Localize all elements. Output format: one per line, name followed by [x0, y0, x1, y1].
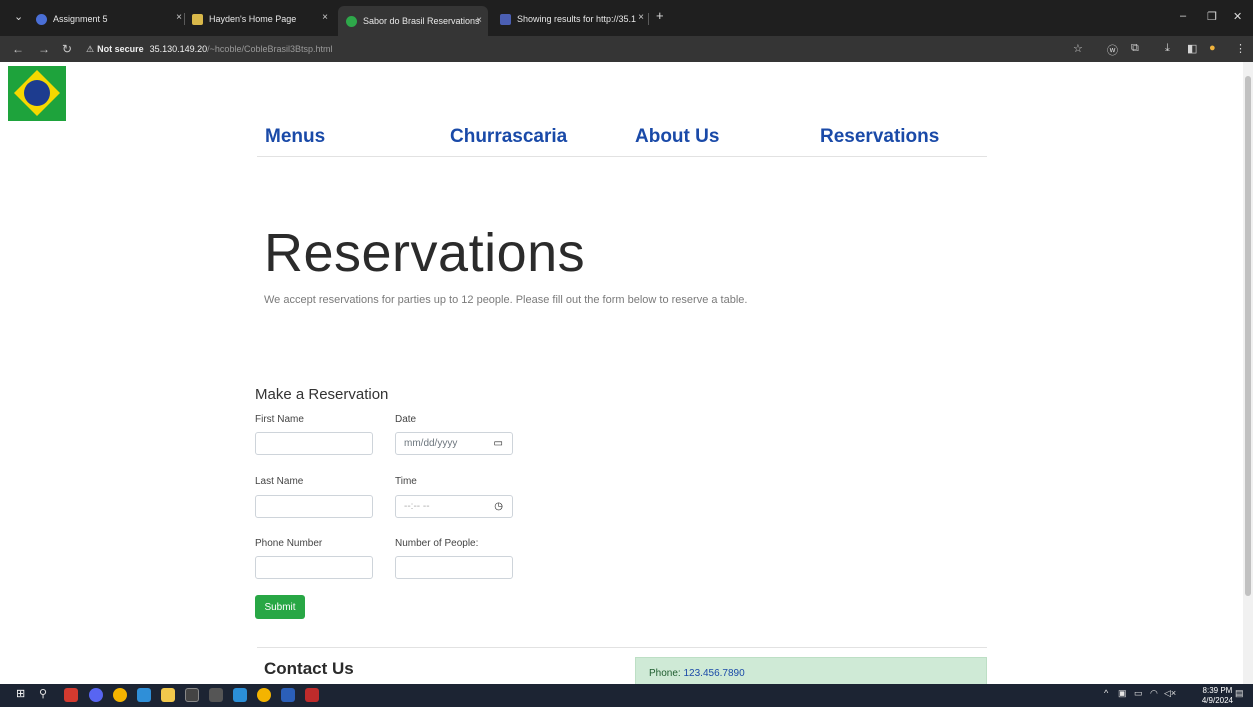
tab-close-icon[interactable]: ×	[476, 15, 482, 26]
date-field[interactable]: mm/dd/yyyy ▭	[395, 432, 513, 455]
warning-icon: ⚠	[86, 43, 95, 54]
new-tab-button[interactable]: +	[656, 8, 664, 23]
windows-taskbar: ⊞ ⚲ ^ ▣ ▭ ◠ ◁× 8:39 PM 4/9/2024 ▤	[0, 684, 1253, 707]
clock-icon[interactable]: ◷	[494, 501, 503, 512]
brazil-flag-logo[interactable]	[8, 66, 66, 121]
contact-title: Contact Us	[264, 659, 354, 678]
main-nav: Menus Churrascaria About Us Reservations	[257, 120, 987, 157]
url-host: 35.130.149.20	[149, 44, 208, 54]
outlook-icon[interactable]	[137, 688, 151, 702]
tab-sabor-do-brasil[interactable]: Sabor do Brasil Reservations ×	[338, 6, 488, 36]
back-icon[interactable]: ←	[12, 42, 24, 56]
contact-phone-box: Phone: 123.456.7890	[635, 657, 987, 684]
download-icon[interactable]: ⤓	[1165, 42, 1170, 55]
tab-title: Assignment 5	[53, 14, 108, 24]
people-field[interactable]	[395, 556, 513, 579]
address-bar[interactable]: ⚠ Not secure 35.130.149.20 /~hcoble/Cobl…	[86, 39, 1086, 59]
tab-haydens-home-page[interactable]: Hayden's Home Page ×	[192, 8, 334, 30]
tab-search-icon[interactable]: ⌄	[14, 10, 23, 23]
vscode-icon[interactable]	[233, 688, 247, 702]
page-scrollbar[interactable]	[1243, 62, 1253, 684]
phone-prefix: Phone:	[649, 668, 684, 679]
side-panel-icon[interactable]: ◧	[1187, 42, 1197, 55]
phone-number-link[interactable]: 123.456.7890	[683, 668, 744, 679]
tab-close-icon[interactable]: ×	[322, 12, 328, 23]
tab-assignment-5[interactable]: Assignment 5 ×	[36, 8, 188, 30]
tab-title: Sabor do Brasil Reservations	[363, 16, 480, 26]
nav-menus[interactable]: Menus	[265, 126, 325, 148]
wifi-icon[interactable]: ◠	[1150, 688, 1158, 699]
search-icon[interactable]: ⚲	[39, 687, 47, 700]
page-title: Reservations	[264, 223, 586, 283]
forward-icon[interactable]: →	[38, 42, 50, 56]
first-name-field[interactable]	[255, 432, 373, 455]
tab-title: Hayden's Home Page	[209, 14, 297, 24]
date-label: Date	[395, 414, 417, 425]
time-field[interactable]: --:-- -- ◷	[395, 495, 513, 518]
phone-field[interactable]	[255, 556, 373, 579]
discord-icon[interactable]	[89, 688, 103, 702]
nav-about-us[interactable]: About Us	[635, 126, 719, 148]
tab-favicon-icon	[36, 13, 47, 25]
profile-avatar-icon[interactable]: ●	[1209, 42, 1216, 54]
browser-tab-bar: ⌄ Assignment 5 × Hayden's Home Page × Sa…	[0, 0, 1253, 36]
date-placeholder: mm/dd/yyyy	[404, 438, 458, 449]
tab-favicon-icon	[346, 15, 357, 27]
clock-date: 4/9/2024	[1201, 696, 1233, 705]
app-icon[interactable]	[64, 688, 78, 702]
window-icon[interactable]	[209, 688, 223, 702]
tray-chevron-icon[interactable]: ^	[1104, 688, 1108, 698]
menu-kebab-icon[interactable]: ⋮	[1235, 42, 1246, 55]
bookmark-star-icon[interactable]: ☆	[1073, 42, 1083, 55]
reload-icon[interactable]: ↻	[62, 42, 72, 56]
last-name-field[interactable]	[255, 495, 373, 518]
windows-start-icon[interactable]: ⊞	[16, 687, 25, 700]
taskbar-clock[interactable]: 8:39 PM 4/9/2024	[1202, 686, 1233, 706]
volume-icon[interactable]: ◁×	[1164, 688, 1176, 699]
battery-icon: ▭	[1134, 688, 1143, 698]
nav-churrascaria[interactable]: Churrascaria	[450, 126, 567, 148]
tab-favicon-icon	[192, 13, 203, 25]
terminal-icon[interactable]	[185, 688, 199, 702]
tab-title: Showing results for http://35.1	[517, 14, 637, 24]
filezilla-icon[interactable]	[305, 688, 319, 702]
calendar-icon[interactable]: ▭	[494, 438, 503, 449]
tab-close-icon[interactable]: ×	[176, 12, 182, 23]
time-label: Time	[395, 476, 417, 487]
close-window-icon[interactable]: ✕	[1233, 10, 1242, 23]
minimize-icon[interactable]: –	[1180, 10, 1186, 22]
last-name-label: Last Name	[255, 476, 304, 487]
chrome-icon[interactable]	[113, 688, 127, 702]
nav-reservations[interactable]: Reservations	[820, 126, 939, 148]
page-viewport: Menus Churrascaria About Us Reservations…	[0, 62, 1243, 684]
tab-close-icon[interactable]: ×	[638, 12, 644, 23]
security-label[interactable]: Not secure	[97, 44, 144, 54]
word-icon[interactable]	[281, 688, 295, 702]
tab-showing-results[interactable]: Showing results for http://35.1 ×	[500, 8, 650, 30]
clock-time: 8:39 PM	[1202, 686, 1233, 695]
restore-icon[interactable]: ❐	[1207, 10, 1217, 23]
file-explorer-icon[interactable]	[161, 688, 175, 702]
phone-label: Phone Number	[255, 538, 323, 549]
time-placeholder: --:-- --	[404, 501, 430, 512]
first-name-label: First Name	[255, 414, 304, 425]
url-path: /~hcoble/CobleBrasil3Btsp.html	[207, 44, 333, 54]
address-bar-row: ← → ↻ ⚠ Not secure 35.130.149.20 /~hcobl…	[0, 36, 1253, 62]
page-lead-text: We accept reservations for parties up to…	[264, 294, 748, 306]
extension-w-icon[interactable]: ⓦ	[1107, 42, 1118, 58]
notification-icon[interactable]: ▤	[1235, 688, 1244, 699]
people-label: Number of People:	[395, 538, 479, 549]
chrome-alt-icon[interactable]	[257, 688, 271, 702]
extensions-puzzle-icon[interactable]: ⧉	[1131, 42, 1139, 55]
submit-button[interactable]: Submit	[255, 595, 305, 619]
form-title: Make a Reservation	[255, 386, 389, 403]
tray-app-icon[interactable]: ▣	[1118, 688, 1127, 699]
tab-favicon-icon	[500, 13, 511, 25]
divider	[257, 647, 987, 648]
